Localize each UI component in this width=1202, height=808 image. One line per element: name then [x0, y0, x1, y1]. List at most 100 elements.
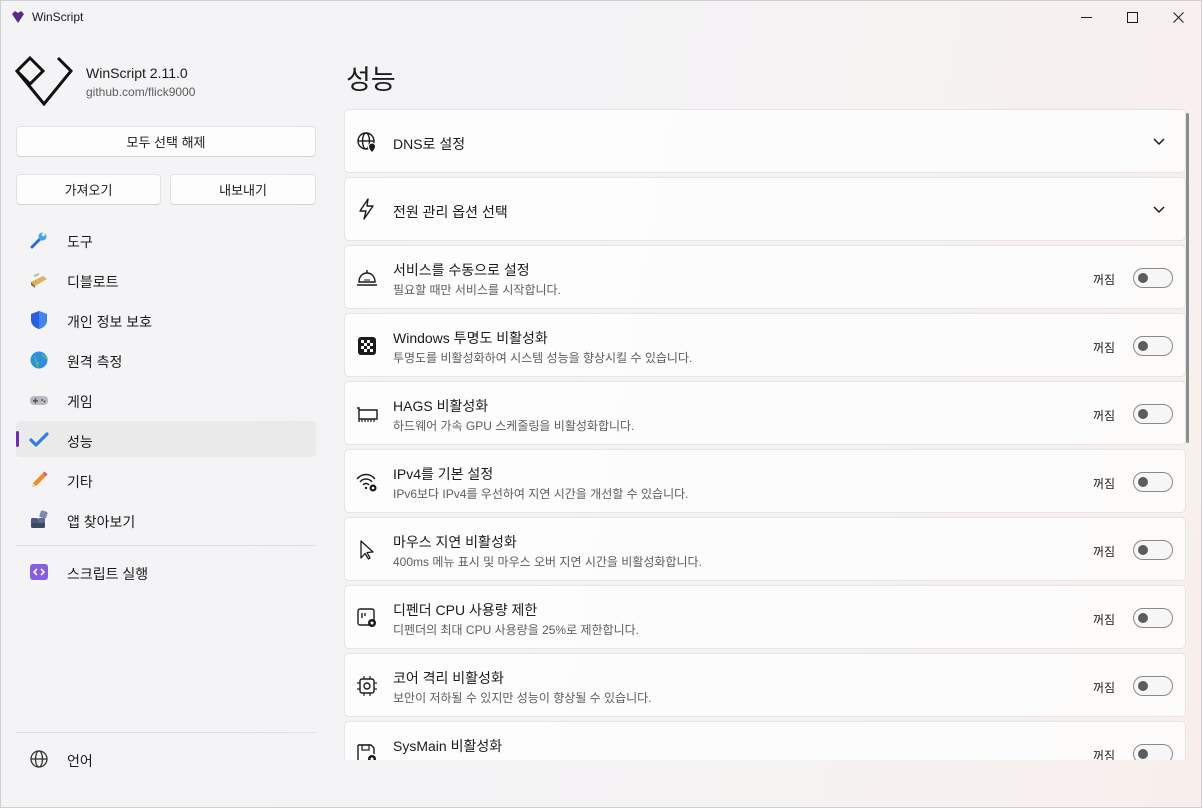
chip-settings-icon [357, 676, 377, 696]
sidebar-item-label: 앱 찾아보기 [67, 514, 136, 530]
pencil-icon [32, 471, 48, 487]
gamepad-icon [30, 396, 48, 405]
setting-disable-hags: HAGS 비활성화 하드웨어 가속 GPU 스케줄링을 비활성화합니다. 꺼짐 [344, 381, 1186, 445]
sidebar-divider [16, 732, 316, 733]
settings-list: DNS로 설정 전원 관리 옵션 선택 서비스를 수동으로 설정 필요할 때만 … [344, 109, 1187, 760]
setting-disable-sysmain: SysMain 비활성화 꺼짐 [344, 721, 1186, 760]
sysmain-toggle[interactable] [1133, 744, 1173, 760]
apps-icon [31, 510, 48, 528]
gauge-settings-icon [357, 608, 376, 627]
window-title: WinScript [32, 10, 84, 24]
cursor-icon [360, 540, 374, 560]
mouse-delay-toggle[interactable] [1133, 540, 1173, 560]
scrollbar-thumb[interactable] [1186, 113, 1189, 443]
setting-defender-cpu-limit: 디펜더 CPU 사용량 제한 디펜더의 최대 CPU 사용량을 25%로 제한합… [344, 585, 1186, 649]
setting-description: 디펜더의 최대 CPU 사용량을 25%로 제한합니다. [393, 623, 639, 637]
transparency-toggle[interactable] [1133, 336, 1173, 356]
toggle-state-label: 꺼짐 [1093, 749, 1116, 760]
script-icon [30, 564, 48, 580]
manual-services-toggle[interactable] [1133, 268, 1173, 288]
sidebar-item-label: 디블로트 [67, 274, 119, 290]
shield-icon [31, 311, 47, 329]
chevron-down-icon[interactable] [1152, 202, 1166, 216]
dns-expander[interactable]: DNS로 설정 [344, 109, 1186, 173]
setting-description: IPv6보다 IPv4를 우선하여 지연 시간을 개선할 수 있습니다. [393, 487, 689, 501]
sidebar-item-label: 기타 [67, 474, 93, 490]
sidebar-item-run-script[interactable]: 스크립트 실행 [16, 553, 316, 589]
sidebar-item-performance[interactable]: 성능 [16, 421, 316, 457]
sidebar-item-label: 게임 [67, 394, 93, 410]
app-name: WinScript 2.11.0 [86, 65, 188, 81]
globe-icon [30, 351, 48, 369]
expander-title: DNS로 설정 [393, 136, 466, 152]
checkerboard-icon [358, 337, 376, 355]
chevron-down-icon[interactable] [1152, 134, 1166, 148]
drive-settings-icon [357, 744, 376, 760]
close-icon [1172, 11, 1184, 23]
checkmark-icon [29, 432, 49, 447]
setting-title: Windows 투명도 비활성화 [393, 330, 548, 346]
setting-title: HAGS 비활성화 [393, 398, 489, 414]
sidebar-item-label: 원격 측정 [67, 354, 123, 370]
setting-description: 보안이 저하될 수 있지만 성능이 향상될 수 있습니다. [393, 691, 652, 705]
maximize-icon [1126, 11, 1138, 23]
setting-disable-core-isolation: 코어 격리 비활성화 보안이 저하될 수 있지만 성능이 향상될 수 있습니다.… [344, 653, 1186, 717]
sidebar-item-label: 도구 [67, 234, 93, 250]
setting-title: IPv4를 기본 설정 [393, 466, 494, 482]
toggle-state-label: 꺼짐 [1093, 681, 1116, 695]
wifi-settings-icon [356, 473, 377, 492]
broom-icon [31, 273, 47, 288]
sidebar-divider [16, 545, 316, 546]
sidebar-item-language[interactable]: 언어 [16, 740, 316, 776]
toggle-state-label: 꺼짐 [1093, 341, 1116, 355]
setting-description: 하드웨어 가속 GPU 스케줄링을 비활성화합니다. [393, 419, 635, 433]
sidebar-item-privacy[interactable]: 개인 정보 보호 [16, 301, 316, 337]
setting-description: 투명도를 비활성화하여 시스템 성능을 향상시킬 수 있습니다. [393, 351, 693, 365]
core-isolation-toggle[interactable] [1133, 676, 1173, 696]
maximize-button[interactable] [1109, 1, 1155, 33]
setting-title: SysMain 비활성화 [393, 738, 503, 754]
setting-title: 서비스를 수동으로 설정 [393, 262, 530, 278]
sidebar-item-telemetry[interactable]: 원격 측정 [16, 341, 316, 377]
gpu-card-icon [357, 407, 378, 422]
close-button[interactable] [1155, 1, 1201, 33]
title-bar: WinScript [1, 1, 1201, 33]
globe-outline-icon [30, 750, 48, 768]
setting-title: 마우스 지연 비활성화 [393, 534, 517, 550]
minimize-button[interactable] [1063, 1, 1109, 33]
globe-pin-icon [357, 132, 377, 152]
wrench-icon [30, 232, 47, 249]
toggle-state-label: 꺼짐 [1093, 273, 1116, 287]
setting-manual-services: 서비스를 수동으로 설정 필요할 때만 서비스를 시작합니다. 꺼짐 [344, 245, 1186, 309]
toggle-state-label: 꺼짐 [1093, 613, 1116, 627]
service-bell-icon [357, 270, 377, 286]
sidebar-item-debloat[interactable]: 디블로트 [16, 261, 316, 297]
sidebar-item-gaming[interactable]: 게임 [16, 381, 316, 417]
toggle-state-label: 꺼짐 [1093, 409, 1116, 423]
setting-description: 필요할 때만 서비스를 시작합니다. [393, 283, 561, 297]
ipv4-toggle[interactable] [1133, 472, 1173, 492]
setting-description: 400ms 메뉴 표시 및 마우스 오버 지연 시간을 비활성화합니다. [393, 555, 702, 569]
setting-disable-mouse-delay: 마우스 지연 비활성화 400ms 메뉴 표시 및 마우스 오버 지연 시간을 … [344, 517, 1186, 581]
app-logo-icon [12, 11, 24, 23]
app-window: WinScript WinScript 2.11.0 github.com/fl… [0, 0, 1202, 808]
sidebar-item-label: 성능 [67, 434, 93, 450]
sidebar-item-misc[interactable]: 기타 [16, 461, 316, 497]
toggle-state-label: 꺼짐 [1093, 545, 1116, 559]
toggle-state-label: 꺼짐 [1093, 477, 1116, 491]
setting-title: 코어 격리 비활성화 [393, 670, 504, 686]
sidebar-item-tools[interactable]: 도구 [16, 221, 316, 257]
expander-title: 전원 관리 옵션 선택 [393, 204, 508, 220]
deselect-all-button[interactable]: 모두 선택 해제 [16, 126, 316, 157]
power-plan-expander[interactable]: 전원 관리 옵션 선택 [344, 177, 1186, 241]
setting-disable-transparency: Windows 투명도 비활성화 투명도를 비활성화하여 시스템 성능을 향상시… [344, 313, 1186, 377]
sidebar-item-browse-apps[interactable]: 앱 찾아보기 [16, 501, 316, 537]
page-title: 성능 [346, 65, 396, 95]
defender-cpu-toggle[interactable] [1133, 608, 1173, 628]
setting-title: 디펜더 CPU 사용량 제한 [393, 602, 538, 618]
export-button[interactable]: 내보내기 [170, 174, 316, 205]
github-link[interactable]: github.com/flick9000 [86, 85, 195, 99]
import-button[interactable]: 가져오기 [16, 174, 161, 205]
hags-toggle[interactable] [1133, 404, 1173, 424]
sidebar-item-label: 언어 [67, 753, 93, 769]
